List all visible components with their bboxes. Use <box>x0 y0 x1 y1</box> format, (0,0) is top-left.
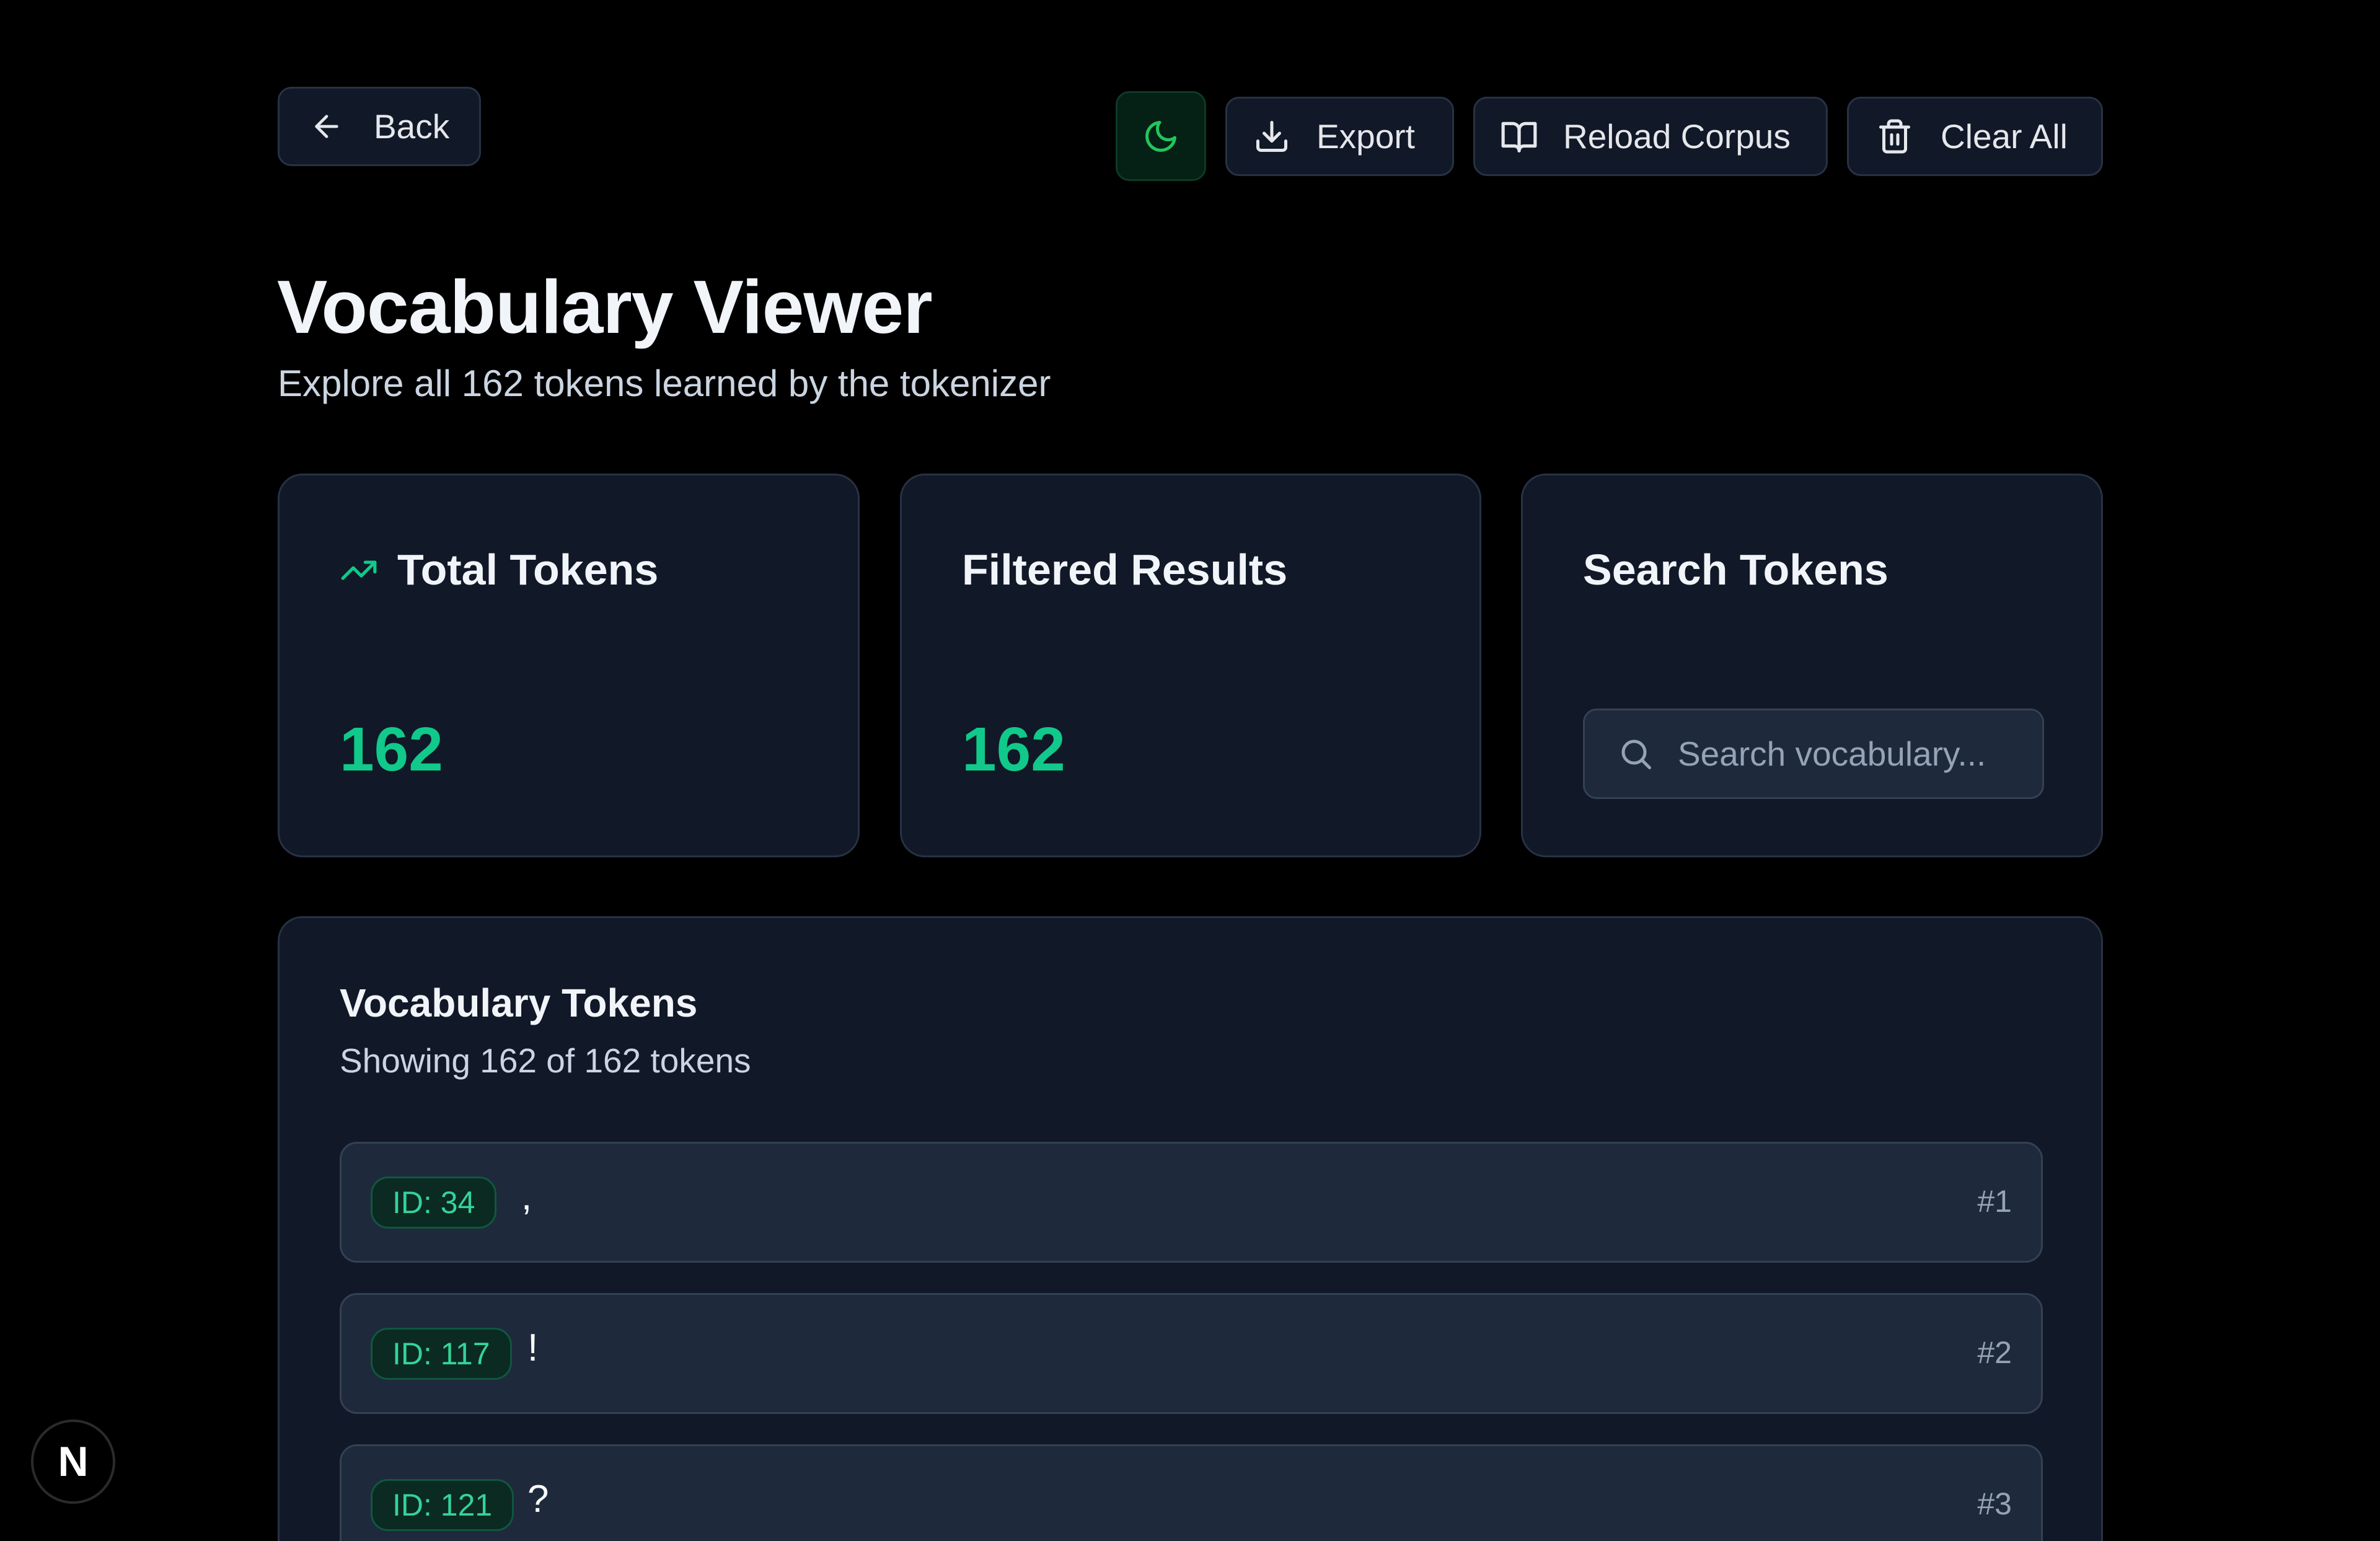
token-id-badge: ID: 117 <box>371 1328 512 1380</box>
back-button[interactable]: Back <box>278 87 481 166</box>
token-row[interactable]: ID: 34 , #1 <box>340 1142 2043 1263</box>
reload-corpus-button-label: Reload Corpus <box>1563 117 1791 156</box>
framework-badge[interactable]: N <box>31 1420 115 1504</box>
filtered-results-value: 162 <box>962 715 1065 784</box>
token-rank: #2 <box>1977 1335 2012 1370</box>
search-input[interactable] <box>1677 733 2026 774</box>
reload-corpus-button[interactable]: Reload Corpus <box>1473 97 1828 176</box>
export-button-label: Export <box>1316 117 1415 156</box>
vocabulary-tokens-panel: Vocabulary Tokens Showing 162 of 162 tok… <box>278 916 2103 1541</box>
app-root: Back Export Reload Corpus Clear All Voca… <box>0 0 2380 1541</box>
page-subtitle: Explore all 162 tokens learned by the to… <box>278 363 1051 404</box>
trending-up-icon <box>341 560 377 580</box>
token-rank: #1 <box>1977 1184 2012 1219</box>
search-icon <box>1621 740 1651 769</box>
download-icon <box>1256 121 1287 152</box>
token-text: , <box>521 1175 532 1218</box>
token-text: ? <box>527 1478 549 1521</box>
total-tokens-label: Total Tokens <box>397 545 659 594</box>
filtered-results-card: Filtered Results 162 <box>900 474 1481 857</box>
arrow-left-icon <box>315 115 338 138</box>
token-id-badge: ID: 34 <box>371 1177 497 1229</box>
trash-icon <box>1879 119 1910 154</box>
clear-all-button[interactable]: Clear All <box>1847 97 2103 176</box>
back-button-label: Back <box>374 107 450 146</box>
export-button[interactable]: Export <box>1225 97 1454 176</box>
search-tokens-card: Search Tokens <box>1521 474 2103 857</box>
token-id-badge: ID: 121 <box>371 1479 514 1531</box>
page-title: Vocabulary Viewer <box>277 265 933 349</box>
total-tokens-card: Total Tokens 162 <box>278 474 860 857</box>
theme-toggle-button[interactable] <box>1116 91 1206 181</box>
vocabulary-tokens-count: Showing 162 of 162 tokens <box>340 1041 751 1080</box>
clear-all-button-label: Clear All <box>1941 117 2068 156</box>
total-tokens-value: 162 <box>340 715 443 784</box>
token-text: ! <box>527 1327 539 1369</box>
search-box[interactable] <box>1583 709 2044 799</box>
search-tokens-label: Search Tokens <box>1583 545 1889 594</box>
filtered-results-label: Filtered Results <box>962 545 1288 594</box>
token-row[interactable]: ID: 117 ! #2 <box>340 1293 2043 1414</box>
book-open-icon <box>1501 121 1537 152</box>
vocabulary-tokens-title: Vocabulary Tokens <box>340 981 698 1025</box>
token-rank: #3 <box>1977 1486 2012 1521</box>
moon-icon <box>1145 120 1176 152</box>
token-row[interactable]: ID: 121 ? #3 <box>340 1444 2043 1541</box>
